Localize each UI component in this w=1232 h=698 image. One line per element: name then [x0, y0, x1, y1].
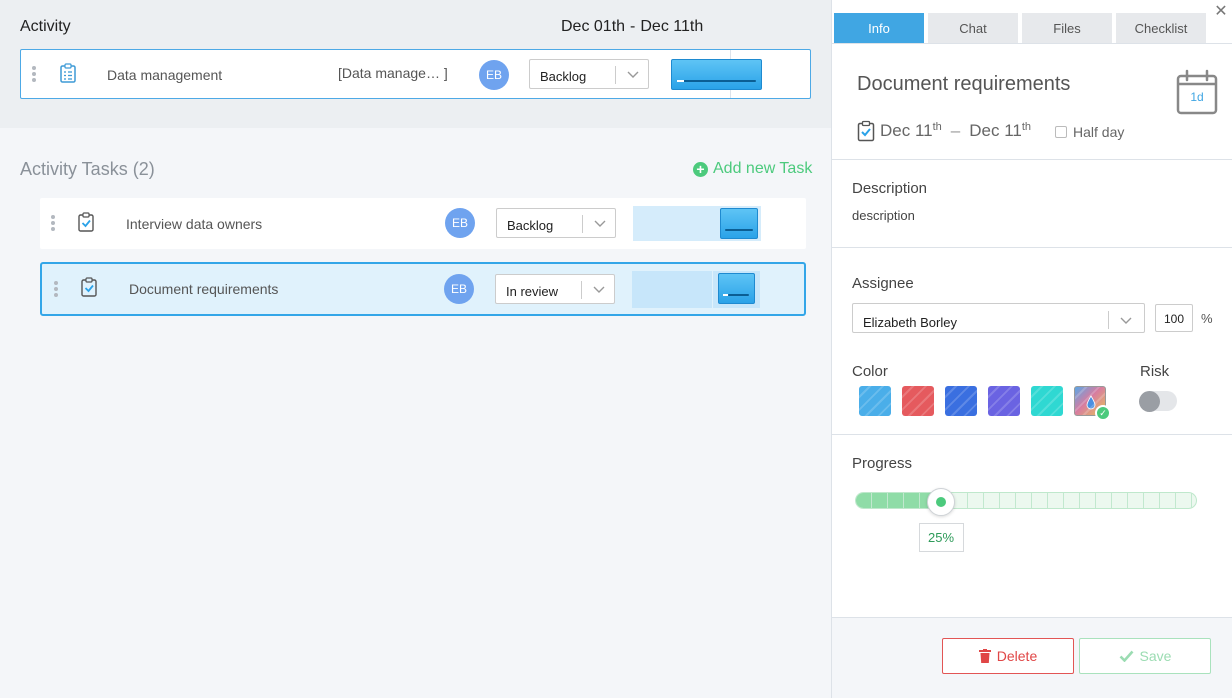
description-label: Description: [852, 180, 928, 197]
task-check-icon: [857, 120, 875, 142]
add-task-label: Add new Task: [713, 160, 813, 177]
start-date[interactable]: Dec 11: [880, 121, 933, 141]
status-select[interactable]: In review: [495, 274, 615, 304]
tab-files[interactable]: Files: [1022, 13, 1112, 43]
status-value: Backlog: [507, 218, 554, 233]
close-icon[interactable]: ✕: [1213, 4, 1229, 20]
assignee-select[interactable]: Elizabeth Borley: [852, 303, 1145, 333]
selected-check-icon: ✓: [1095, 405, 1111, 421]
progress-slider-thumb[interactable]: [926, 488, 955, 516]
checkbox-icon[interactable]: [1055, 126, 1067, 138]
chevron-down-icon: [627, 71, 639, 78]
assignee-label: Assignee: [852, 275, 914, 292]
checkmark-icon: [1119, 650, 1134, 662]
tab-chat[interactable]: Chat: [928, 13, 1018, 43]
gantt-bar[interactable]: [718, 273, 755, 304]
avatar[interactable]: EB: [444, 274, 474, 304]
color-swatch-purple[interactable]: [988, 386, 1020, 416]
task-title: Document requirements: [857, 73, 1071, 95]
status-value: In review: [506, 284, 559, 299]
risk-label: Risk: [1140, 363, 1170, 380]
activity-name: Data management: [107, 67, 223, 83]
save-label: Save: [1139, 648, 1172, 664]
drag-handle-icon[interactable]: [54, 281, 58, 299]
color-swatch-turquoise[interactable]: [1031, 386, 1063, 416]
plus-circle-icon: +: [693, 161, 708, 177]
activity-subtitle: [Data manage… ]: [338, 65, 448, 81]
task-name: Document requirements: [129, 281, 279, 297]
progress-label: Progress: [852, 455, 913, 472]
color-swatch-blue[interactable]: [859, 386, 891, 416]
half-day-checkbox[interactable]: Half day: [1055, 124, 1124, 140]
task-details-panel: Info Chat Files Checklist ✕ Document req…: [831, 0, 1232, 698]
task-row[interactable]: Interview data owners EB Backlog: [40, 198, 806, 249]
progress-tooltip: 25%: [918, 523, 964, 552]
task-check-icon: [78, 212, 94, 232]
add-task-button[interactable]: + Add new Task: [693, 160, 812, 178]
drag-handle-icon[interactable]: [32, 66, 36, 84]
tab-info[interactable]: Info: [834, 13, 924, 43]
tasks-section-title: Activity Tasks (2): [20, 159, 155, 179]
progress-slider-track[interactable]: [855, 492, 1197, 509]
date-range: Dec 01th - Dec 11th: [561, 18, 704, 35]
activity-title: Activity: [20, 18, 71, 35]
status-select[interactable]: Backlog: [496, 208, 616, 238]
chevron-down-icon: [594, 220, 606, 227]
color-swatch-red[interactable]: [902, 386, 934, 416]
status-select[interactable]: Backlog: [529, 59, 649, 89]
chevron-down-icon: [593, 286, 605, 293]
avatar[interactable]: EB: [479, 60, 509, 90]
task-row-selected[interactable]: Document requirements EB In review: [40, 262, 806, 316]
gantt-bar[interactable]: [720, 208, 758, 239]
task-name: Interview data owners: [126, 216, 263, 232]
allocation-input[interactable]: 100: [1155, 304, 1193, 332]
color-swatch-royal-blue[interactable]: [945, 386, 977, 416]
delete-button[interactable]: Delete: [942, 638, 1074, 674]
toggle-knob: [1139, 391, 1160, 412]
half-day-label: Half day: [1073, 124, 1125, 140]
risk-toggle[interactable]: [1139, 391, 1177, 412]
checklist-icon: [60, 63, 76, 83]
duration-badge: 1d: [1190, 90, 1204, 104]
date-range-start: Dec 01th: [561, 18, 626, 35]
delete-label: Delete: [996, 648, 1038, 664]
description-text[interactable]: description: [852, 208, 915, 223]
task-date-range: Dec 11th – Dec 11th: [857, 120, 1031, 142]
end-date[interactable]: Dec 11: [969, 121, 1022, 141]
trash-icon: [978, 649, 991, 663]
activity-row[interactable]: Data management [Data manage… ] EB Backl…: [20, 49, 811, 99]
assignee-value: Elizabeth Borley: [863, 315, 957, 330]
date-range-end: Dec 11th: [640, 18, 704, 35]
drag-handle-icon[interactable]: [51, 215, 55, 233]
percent-sign: %: [1201, 311, 1213, 326]
avatar[interactable]: EB: [445, 208, 475, 238]
gantt-bar[interactable]: [671, 59, 762, 90]
color-label: Color: [852, 363, 888, 380]
task-check-icon: [81, 277, 97, 297]
save-button[interactable]: Save: [1079, 638, 1211, 674]
status-value: Backlog: [540, 69, 587, 84]
chevron-down-icon: [1120, 317, 1132, 324]
tab-checklist[interactable]: Checklist: [1116, 13, 1206, 43]
panel-tabs: Info Chat Files Checklist: [834, 13, 1206, 43]
